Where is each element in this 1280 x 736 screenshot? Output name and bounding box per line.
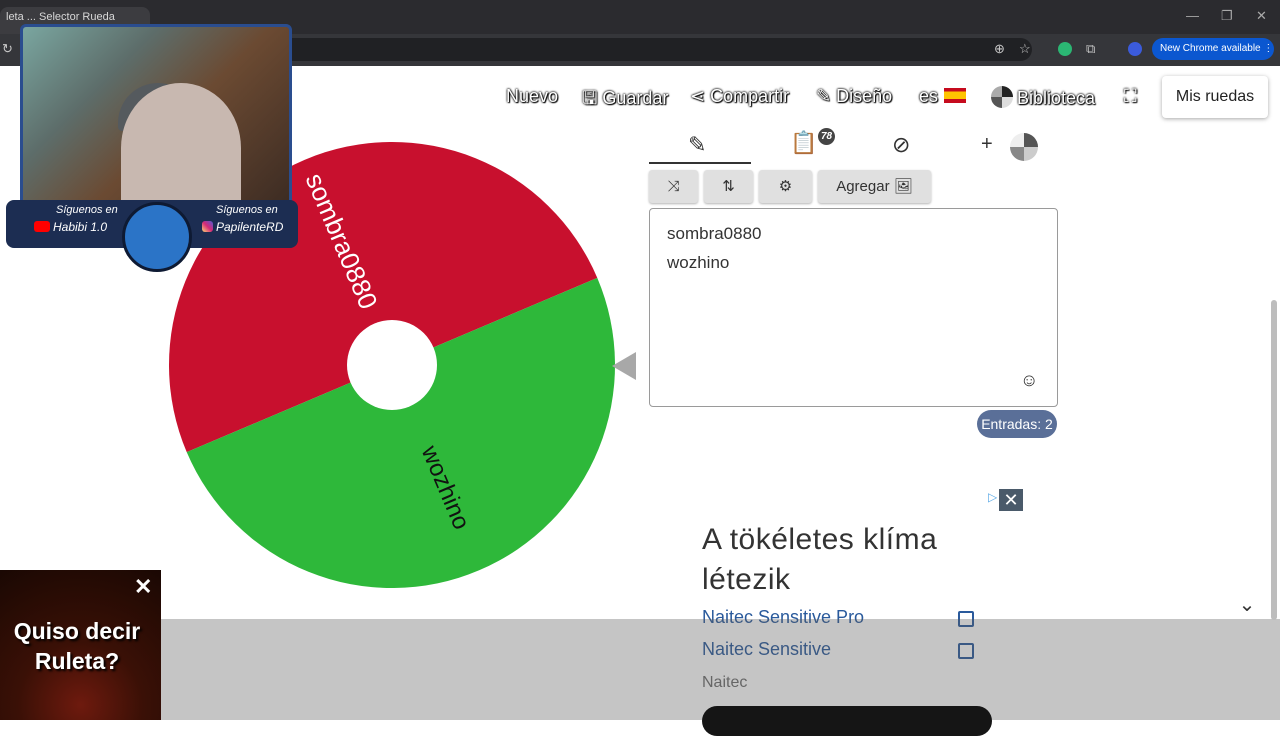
agregar-label: Agregar xyxy=(836,178,890,195)
agregar-imagen-button[interactable]: Agregar 🖼 xyxy=(818,170,931,203)
webcam-video xyxy=(20,24,292,216)
roulette-popup-ad[interactable]: ✕ Quiso decir Ruleta? xyxy=(0,570,161,720)
hidden-entries-eye-slash-icon[interactable]: ⊘ xyxy=(892,132,910,158)
wheel-thumbnail-icon[interactable] xyxy=(1010,133,1038,161)
results-clipboard-icon[interactable]: 📋 xyxy=(790,130,817,156)
follow-label-2: Síguenos en xyxy=(216,204,278,216)
instagram-icon xyxy=(202,221,213,232)
instagram-channel: PapilenteRD xyxy=(202,220,283,234)
entry-line: wozhino xyxy=(667,253,730,272)
panel-tabs xyxy=(649,128,1057,164)
streamer xyxy=(121,83,241,213)
ad-brand: Naitec xyxy=(702,674,748,691)
shuffle-icon: ⤨ xyxy=(667,178,680,195)
ad-close-icon[interactable]: ✕ xyxy=(999,489,1023,511)
shuffle-button[interactable]: ⤨ xyxy=(649,170,698,203)
ad-cta-button[interactable] xyxy=(702,706,992,736)
entries-count-label: Entradas: 2 xyxy=(981,416,1053,432)
roulette-ad-text: Quiso decir Ruleta? xyxy=(13,618,141,674)
sort-button[interactable]: ⇅ xyxy=(704,170,753,203)
youtube-channel-label: Habibi 1.0 xyxy=(53,220,108,234)
entry-line: sombra0880 xyxy=(667,224,762,243)
instagram-channel-label: PapilenteRD xyxy=(216,220,284,234)
follow-label-1: Síguenos en xyxy=(56,204,118,216)
image-icon: 🖼 xyxy=(893,178,913,195)
entries-textarea[interactable]: sombra0880 wozhino ☺ xyxy=(649,208,1058,407)
edit-entries-pencil-icon[interactable]: ✎ xyxy=(688,132,706,158)
streamer-avatar xyxy=(122,202,192,272)
youtube-icon xyxy=(34,221,50,232)
emoji-picker-icon[interactable]: ☺ xyxy=(1020,366,1038,395)
gear-icon: ⚙ xyxy=(778,178,793,195)
entries-count-badge: Entradas: 2 xyxy=(977,410,1057,438)
wheel-pointer-icon xyxy=(612,352,636,380)
sort-icon: ⇅ xyxy=(722,178,735,195)
settings-button[interactable]: ⚙ xyxy=(759,170,812,203)
add-wheel-plus-icon[interactable]: + xyxy=(981,133,993,156)
active-tab-underline xyxy=(649,162,751,164)
ad-title: A tökéletes klíma létezik xyxy=(702,523,938,596)
adchoices-icon[interactable]: ▷ xyxy=(988,490,997,504)
chevron-down-icon[interactable]: ⌄ xyxy=(1230,592,1264,618)
scrollbar-thumb[interactable] xyxy=(1271,300,1277,620)
bottom-ad-overlay xyxy=(0,619,1280,720)
close-icon[interactable]: ✕ xyxy=(134,574,152,600)
youtube-channel: Habibi 1.0 xyxy=(34,220,107,234)
wheel-center-hole[interactable] xyxy=(347,320,437,410)
webcam-overlay: Síguenos en Habibi 1.0 Síguenos en Papil… xyxy=(6,12,298,272)
results-count-badge: 78 xyxy=(818,128,835,145)
